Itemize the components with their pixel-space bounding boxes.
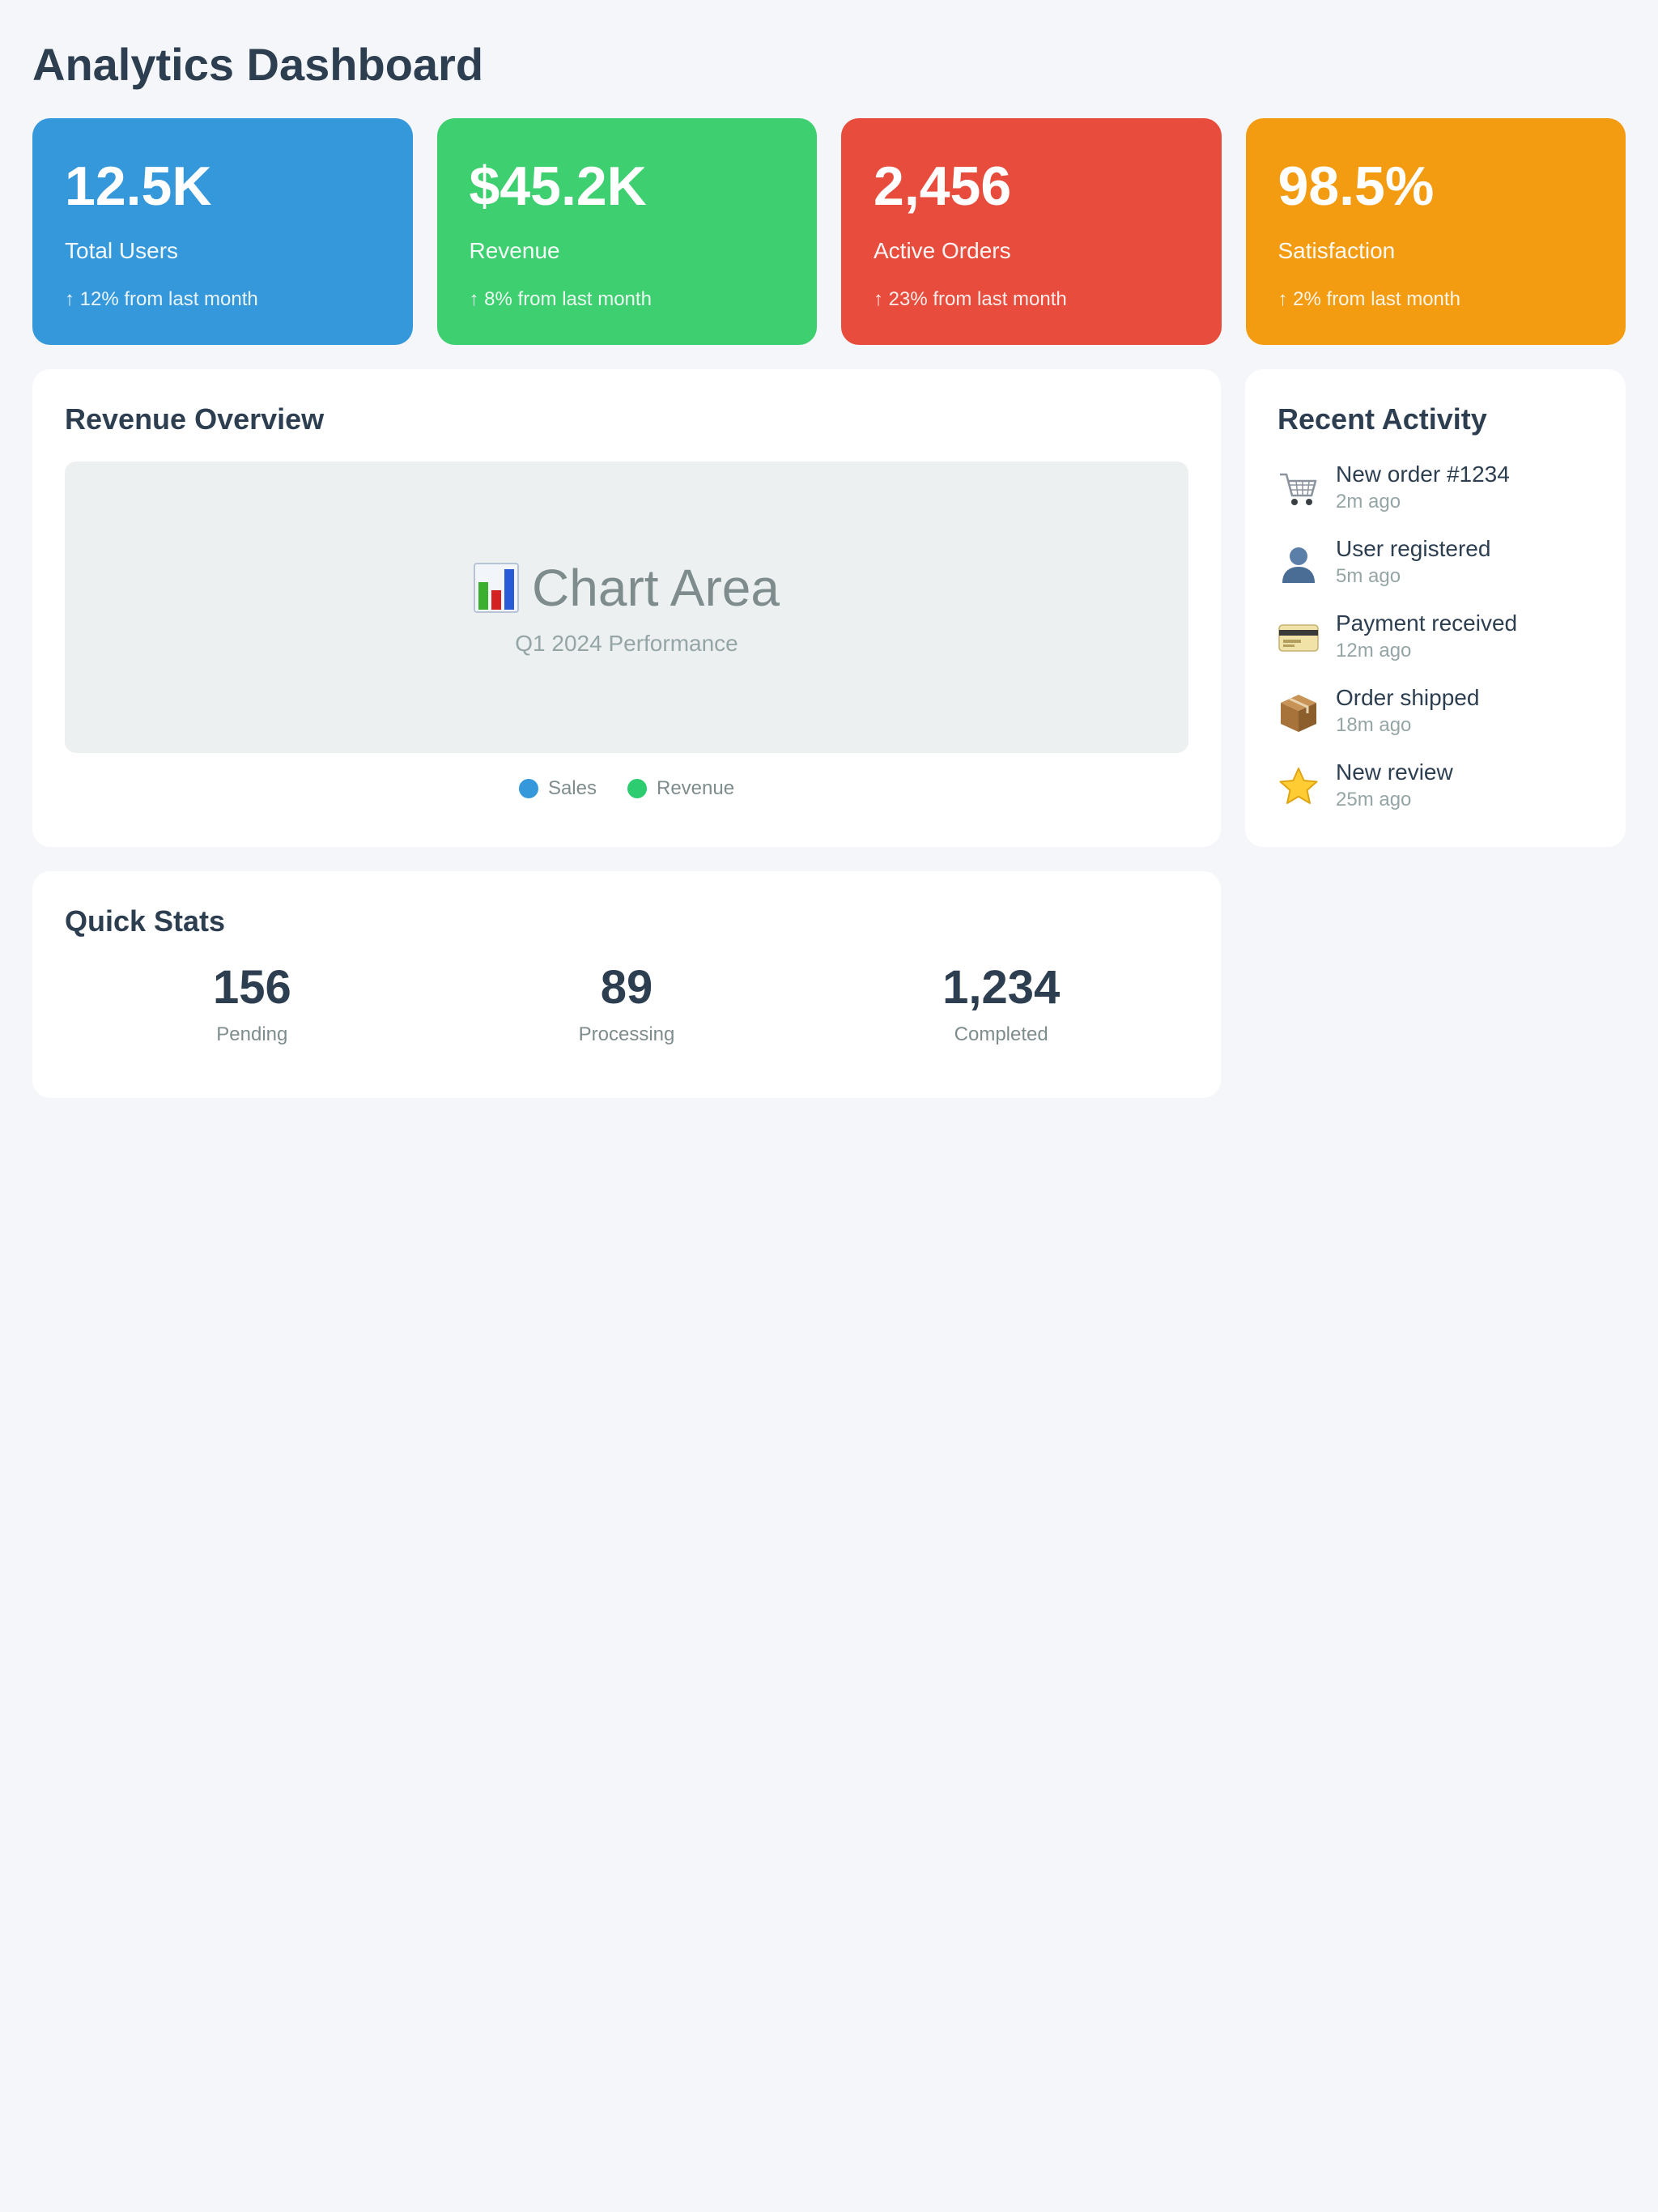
legend-label: Sales — [547, 777, 597, 799]
legend-dot — [518, 779, 538, 798]
chart-area[interactable]: Chart Area Q1 2024 Performance — [65, 462, 1188, 753]
legend-item-sales[interactable]: Sales — [518, 777, 597, 800]
chart-area-title: Chart Area — [532, 559, 780, 617]
activity-title: New order #1234 — [1336, 462, 1510, 487]
activity-item[interactable]: Payment received 12m ago — [1278, 604, 1593, 678]
stat-value: $45.2K — [469, 155, 647, 217]
activity-item[interactable]: Order shipped 18m ago — [1278, 678, 1593, 753]
activity-time: 25m ago — [1336, 789, 1412, 810]
quick-stats-row: 156 Pending 89 Processing 1,234 Complete… — [65, 960, 1188, 1048]
stat-label: Active Orders — [874, 238, 1011, 263]
stat-label: Total Users — [65, 238, 179, 263]
stat-change: ↑ 8% from last month — [469, 288, 652, 310]
activity-title: Payment received — [1336, 610, 1518, 636]
quick-stat-label: Processing — [578, 1023, 675, 1045]
activity-item[interactable]: New review 25m ago — [1278, 753, 1593, 827]
legend-item-revenue[interactable]: Revenue — [627, 777, 734, 800]
stat-cards-row: 12.5K Total Users ↑ 12% from last month … — [32, 118, 1626, 345]
activity-title: New review — [1336, 759, 1453, 785]
quick-stat-processing: 89 Processing — [440, 960, 814, 1048]
quick-stat-label: Pending — [216, 1023, 288, 1045]
stat-value: 2,456 — [874, 155, 1012, 217]
stat-value: 98.5% — [1278, 155, 1435, 217]
activity-time: 12m ago — [1336, 640, 1412, 661]
legend-dot — [627, 779, 647, 798]
stat-label: Satisfaction — [1278, 238, 1396, 263]
activity-title: User registered — [1336, 536, 1491, 561]
stat-card-active-orders[interactable]: 2,456 Active Orders ↑ 23% from last mont… — [841, 118, 1222, 345]
activity-time: 2m ago — [1336, 491, 1401, 513]
quick-stat-value: 89 — [600, 961, 653, 1014]
quick-stat-completed: 1,234 Completed — [814, 960, 1188, 1048]
stat-change: ↑ 12% from last month — [65, 288, 258, 310]
dashboard-page: Analytics Dashboard 12.5K Total Users ↑ … — [0, 0, 1658, 2212]
card-title: Revenue Overview — [65, 402, 325, 436]
activity-list: New order #1234 2m ago User registered 5… — [1278, 455, 1593, 827]
user-icon — [1282, 547, 1315, 583]
credit-card-icon — [1278, 624, 1319, 652]
chart-subtitle: Q1 2024 Performance — [515, 631, 738, 656]
quick-stat-value: 156 — [212, 961, 291, 1014]
stat-card-satisfaction[interactable]: 98.5% Satisfaction ↑ 2% from last month — [1245, 118, 1626, 345]
quick-stats-card: Quick Stats 156 Pending 89 Processing 1,… — [32, 871, 1221, 1098]
activity-time: 5m ago — [1336, 565, 1401, 587]
card-title: Quick Stats — [65, 904, 226, 938]
stat-card-total-users[interactable]: 12.5K Total Users ↑ 12% from last month — [32, 118, 413, 345]
recent-activity-card: Recent Activity New order #1234 2m ago U… — [1245, 369, 1626, 847]
activity-item[interactable]: User registered 5m ago — [1278, 530, 1593, 604]
stat-label: Revenue — [469, 238, 560, 263]
stat-card-revenue[interactable]: $45.2K Revenue ↑ 8% from last month — [436, 118, 817, 345]
legend-label: Revenue — [656, 777, 735, 799]
star-icon — [1279, 768, 1318, 804]
shopping-cart-icon — [1280, 473, 1317, 505]
activity-title: Order shipped — [1336, 685, 1480, 710]
activity-item[interactable]: New order #1234 2m ago — [1278, 455, 1593, 530]
bar-chart-icon — [474, 563, 520, 613]
quick-stat-pending: 156 Pending — [65, 960, 440, 1048]
page-title: Analytics Dashboard — [32, 39, 484, 90]
stat-change: ↑ 2% from last month — [1278, 288, 1460, 310]
quick-stat-value: 1,234 — [942, 961, 1061, 1014]
chart-legend: Sales Revenue — [65, 777, 1188, 800]
revenue-overview-card: Revenue Overview Chart Area Q1 2024 Perf… — [32, 369, 1221, 847]
package-icon — [1281, 695, 1316, 732]
stat-change: ↑ 23% from last month — [874, 288, 1067, 310]
quick-stat-label: Completed — [954, 1023, 1048, 1045]
stat-value: 12.5K — [65, 155, 212, 217]
card-title: Recent Activity — [1278, 402, 1487, 436]
activity-time: 18m ago — [1336, 714, 1412, 736]
